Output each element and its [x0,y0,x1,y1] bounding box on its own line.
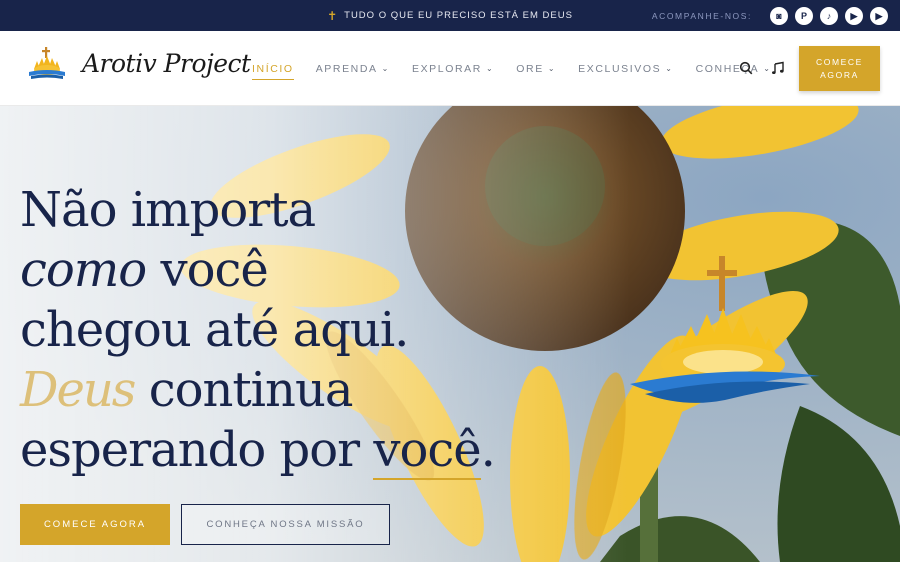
cross-icon: ✝ [327,8,339,23]
headline-underlined-voce: você [373,422,482,480]
cta-line-2: AGORA [820,69,859,80]
tiktok-icon[interactable]: ♪ [820,7,838,25]
hero-logo-icon [630,256,820,403]
headline-script-deus: Deus [20,362,136,418]
announcement-bar: ✝ TUDO O QUE EU PRECISO ESTÁ EM DEUS ACO… [0,0,900,31]
logo-icon[interactable] [27,47,67,83]
headline-line-1: Não importa [20,182,316,238]
start-now-button[interactable]: COMECE AGORA [799,46,880,91]
start-now-hero-button[interactable]: COMECE AGORA [20,504,170,545]
nav-item-conheca[interactable]: CONHEÇA ⌄ [696,63,772,75]
search-icon[interactable] [737,59,755,77]
site-header: Arotiv Project INÍCIO APRENDA ⌄ EXPLORAR… [0,31,900,106]
chevron-down-icon: ⌄ [547,64,557,73]
headline-italic-como: como [20,242,147,298]
headline-line-4: Deus continua [20,360,495,420]
main-nav: INÍCIO APRENDA ⌄ EXPLORAR ⌄ ORE ⌄ EXCLUS… [252,31,772,106]
nav-label: APRENDA [315,62,378,75]
hero-headline: Não importa como você chegou até aqui. D… [20,180,496,480]
headline-line-3: chegou até aqui. [20,302,409,358]
nav-label: EXPLORAR [411,62,482,75]
youtube-icon[interactable]: ▶ [870,7,888,25]
nav-item-exclusivos[interactable]: EXCLUSIVOS ⌄ [578,63,673,75]
pinterest-icon[interactable]: P [795,7,813,25]
nav-label: ORE [516,62,544,75]
nav-item-ore[interactable]: ORE ⌄ [516,63,556,75]
follow-label: ACOMPANHE-NOS: [651,10,752,21]
headline-text: esperando por [20,422,374,478]
chevron-down-icon: ⌄ [381,64,390,73]
headline-line-5: esperando por você. [20,420,496,480]
cta-line-1: COMECE [816,56,863,67]
chevron-down-icon: ⌄ [665,64,674,73]
youtube-icon[interactable]: ▶ [845,7,863,25]
nav-label: EXCLUSIVOS [578,62,662,75]
nav-item-aprenda[interactable]: APRENDA ⌄ [316,63,390,75]
instagram-icon[interactable]: ◙ [770,7,788,25]
headline-text: continua [134,362,354,418]
brand-name[interactable]: Arotiv Project [82,49,251,78]
hero-section: Não importa como você chegou até aqui. D… [0,106,900,562]
chevron-down-icon: ⌄ [485,64,495,73]
announcement-text: TUDO O QUE EU PRECISO ESTÁ EM DEUS [344,10,573,21]
mission-button[interactable]: CONHEÇA NOSSA MISSÃO [181,504,390,545]
headline-line-2: como você [20,240,495,300]
nav-item-explorar[interactable]: EXPLORAR ⌄ [412,63,494,75]
social-links: ◙ P ♪ ▶ ▶ [770,7,888,25]
music-note-icon[interactable] [769,59,787,77]
nav-item-inicio[interactable]: INÍCIO [252,63,294,80]
announcement: ✝ TUDO O QUE EU PRECISO ESTÁ EM DEUS [0,0,900,31]
nav-label: INÍCIO [252,62,294,75]
headline-text: você [146,242,268,298]
headline-text: . [480,422,496,478]
